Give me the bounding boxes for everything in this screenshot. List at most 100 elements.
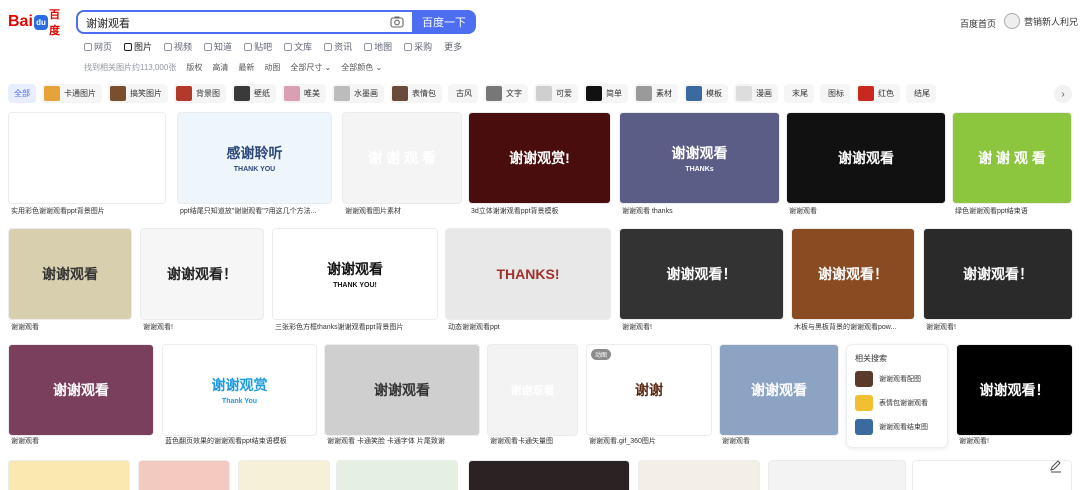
chip-label: 全部 (14, 89, 30, 98)
image-result[interactable]: 谢谢观看！ 木板与黑板背景的谢谢观看pow... (791, 228, 915, 335)
image-result[interactable]: 谢谢观看 谢谢观看 (8, 228, 132, 335)
category-chip[interactable]: 水墨画 (332, 84, 384, 103)
user-menu[interactable]: 营销新人利兄 (1004, 13, 1078, 29)
chip-thumbnail (110, 86, 126, 101)
filter-size-dropdown[interactable]: 全部尺寸 ⌄ (290, 62, 331, 73)
category-chip[interactable]: 简单 (584, 84, 628, 103)
category-chip[interactable]: 搞笑图片 (108, 84, 168, 103)
filter-hd[interactable]: 高清 (212, 62, 228, 73)
tab-item[interactable]: 更多 (444, 40, 462, 53)
baidu-logo[interactable]: Bai du 百度 (8, 9, 70, 37)
category-chip[interactable]: 素材 (634, 84, 678, 103)
category-chip[interactable]: 可爱 (534, 84, 578, 103)
category-chip[interactable]: 背景图 (174, 84, 226, 103)
tab-item[interactable]: 贴吧 (244, 40, 272, 53)
category-chip[interactable]: 唯美 (282, 84, 326, 103)
chevron-right-icon[interactable]: › (1054, 85, 1072, 103)
chip-label: 漫画 (756, 89, 772, 98)
filter-animated[interactable]: 动图 (264, 62, 280, 73)
image-result[interactable]: 谢 谢 观 看绿色谢谢观看ppt结束语 (952, 112, 1072, 219)
image-result[interactable]: 谢 谢 观 看谢谢观看图片素材 (342, 112, 462, 219)
image-result[interactable] (768, 460, 906, 490)
image-result[interactable]: 谢谢观赏 Thank You 蓝色翻页效果的谢谢观看ppt结束语模板 (162, 344, 317, 449)
image-caption: 谢谢观看! (622, 324, 652, 331)
category-chip[interactable]: 壁纸 (232, 84, 276, 103)
related-item[interactable]: 表情包谢谢观看 (855, 395, 928, 411)
related-item[interactable]: 谢谢观看结束图 (855, 419, 928, 435)
category-chip[interactable]: 图标 (820, 84, 850, 103)
chip-label: 唯美 (304, 89, 320, 98)
image-thumbnail: 谢谢观看 (786, 112, 946, 204)
tab-item[interactable]: 地图 (364, 40, 392, 53)
tab-label: 地图 (374, 42, 393, 52)
category-chip[interactable]: 结尾 (906, 84, 936, 103)
image-result[interactable]: 感谢聆听 THANK YOU ppt结尾只知道放"谢谢观看"?用这几个方法... (177, 112, 332, 219)
tab-item[interactable]: 资讯 (324, 40, 352, 53)
tab-item[interactable]: 图片 (124, 40, 152, 53)
image-result[interactable]: 谢 谢 观 看实用彩色谢谢观看ppt背景图片 (8, 112, 166, 219)
image-subtext: Thank You (221, 398, 258, 405)
category-chip[interactable]: 末尾 (784, 84, 814, 103)
filter-color-dropdown[interactable]: 全部颜色 ⌄ (341, 62, 382, 73)
image-result[interactable]: 谢谢观看！ 谢谢观看! (140, 228, 264, 335)
image-result[interactable]: 谢谢观看 谢谢观看 (719, 344, 839, 449)
filter-copyright[interactable]: 版权 (186, 62, 202, 73)
filter-latest[interactable]: 最新 (238, 62, 254, 73)
tab-icon (284, 42, 293, 51)
image-result[interactable] (336, 460, 458, 490)
image-result[interactable]: 谢谢 动图 谢谢观看.gif_360图片 (586, 344, 712, 449)
image-text: 谢谢观看！ (167, 266, 237, 282)
image-caption: 谢谢观看! (143, 324, 173, 331)
image-result[interactable]: 谢谢观看！ 谢谢观看! (923, 228, 1073, 335)
category-chip[interactable]: 卡通图片 (42, 84, 102, 103)
image-thumbnail: 谢谢观看 (324, 344, 480, 436)
category-chip[interactable]: 全部 (8, 84, 36, 103)
category-chip[interactable]: 漫画 (734, 84, 778, 103)
tab-item[interactable]: 视频 (164, 40, 192, 53)
chip-label: 壁纸 (254, 89, 270, 98)
tab-icon (164, 42, 173, 51)
category-chip[interactable]: 模板 (684, 84, 728, 103)
tab-item[interactable]: 采购 (404, 40, 432, 53)
search-button[interactable]: 百度一下 (412, 10, 476, 34)
category-chip[interactable]: 古风 (448, 84, 478, 103)
image-result[interactable] (638, 460, 760, 490)
image-result[interactable]: 谢谢观看 谢谢观看 卡通笑脸 卡通字体 片尾致谢 (324, 344, 480, 449)
camera-icon[interactable] (390, 15, 404, 29)
image-result[interactable]: 谢谢观看 谢谢观看 (8, 344, 154, 449)
category-chip[interactable]: 文字 (484, 84, 528, 103)
image-caption: 木板与黑板背景的谢谢观看pow... (794, 324, 897, 331)
image-caption: 谢谢观看卡通矢量图 (490, 438, 553, 445)
search-input[interactable] (86, 14, 376, 32)
image-result[interactable]: 谢谢观赏! 3d立体谢谢观看ppt背景模板 (468, 112, 611, 219)
home-link[interactable]: 百度首页 (960, 17, 996, 30)
image-result[interactable]: THANKS! 动态谢谢观看ppt (445, 228, 611, 335)
image-result[interactable]: 谢谢观看 THANKs 谢谢观看 thanks (619, 112, 780, 219)
image-result[interactable]: 谢谢观看！ 谢谢观看! (619, 228, 784, 335)
image-caption: 3d立体谢谢观看ppt背景模板 (471, 208, 559, 215)
image-thumbnail: 谢谢观看 THANK YOU! (272, 228, 438, 320)
category-chip[interactable]: 表情包 (390, 84, 442, 103)
image-thumbnail: 谢 谢 观 看 (342, 112, 462, 204)
image-result[interactable] (138, 460, 230, 490)
chip-thumbnail (486, 86, 502, 101)
tab-item[interactable]: 文库 (284, 40, 312, 53)
image-result[interactable]: 谢谢观看 谢谢观看 (786, 112, 946, 219)
edit-icon[interactable] (1048, 458, 1064, 474)
image-subtext: THANK YOU (233, 166, 276, 173)
image-thumbnail: 感谢聆听 THANK YOU (177, 112, 332, 204)
tab-item[interactable]: 网页 (84, 40, 112, 53)
tab-item[interactable]: 知道 (204, 40, 232, 53)
image-thumbnail: 谢谢观看！ (619, 228, 784, 320)
image-result[interactable]: 谢谢观看 谢谢观看卡通矢量图 (487, 344, 578, 449)
related-item[interactable]: 谢谢观看配图 (855, 371, 921, 387)
image-result[interactable]: 谢谢观看！ 谢谢观看! (956, 344, 1073, 449)
image-result[interactable]: 谢谢观看 THANK YOU! 三张彩色方框thanks谢谢观看ppt背景图片 (272, 228, 438, 335)
category-chip[interactable]: 红色 (856, 84, 900, 103)
chip-label: 搞笑图片 (130, 89, 162, 98)
image-caption: 谢谢观看! (959, 438, 989, 445)
image-result[interactable] (468, 460, 630, 490)
image-result[interactable] (8, 460, 130, 490)
image-result[interactable] (238, 460, 330, 490)
tab-label: 知道 (214, 42, 233, 52)
